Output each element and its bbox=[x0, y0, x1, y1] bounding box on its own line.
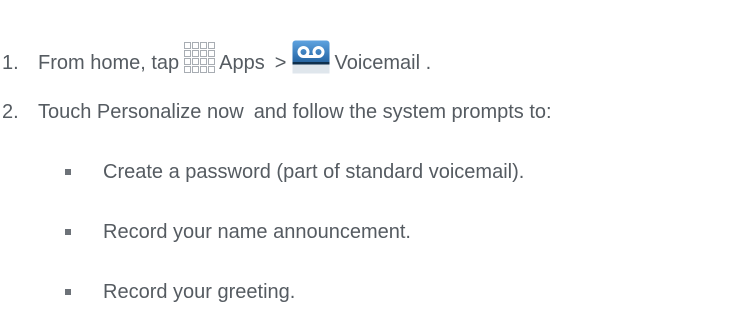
apps-label: Apps bbox=[219, 52, 265, 74]
bullet-marker bbox=[65, 169, 71, 175]
list-item: Create a password (part of standard voic… bbox=[65, 160, 525, 184]
bullet-marker bbox=[65, 289, 71, 295]
step-end-punctuation: . bbox=[425, 52, 432, 74]
list-item: Record your name announcement. bbox=[65, 220, 411, 244]
list-item-text: Record your name announcement. bbox=[103, 221, 411, 243]
step-2: 2. Touch Personalize now and follow the sy… bbox=[2, 100, 552, 124]
bullet-marker bbox=[65, 229, 71, 235]
voicemail-setup-instructions: 1. From home, tap Apps > Voicemail . 2. … bbox=[0, 0, 752, 310]
voicemail-icon bbox=[292, 40, 330, 80]
list-item-text: Create a password (part of standard voic… bbox=[103, 161, 525, 183]
step-number: 1. bbox=[2, 52, 19, 74]
step-number: 2. bbox=[2, 101, 19, 123]
apps-grid-icon bbox=[183, 42, 217, 80]
step-text-continued: and follow the system prompts to: bbox=[253, 101, 552, 123]
separator: > bbox=[274, 52, 287, 74]
step-1: 1. From home, tap Apps > Voicemail . bbox=[2, 40, 431, 80]
voicemail-label: Voicemail bbox=[334, 52, 421, 74]
step-text: From home, tap bbox=[38, 52, 180, 74]
list-item: Record your greeting. bbox=[65, 280, 296, 304]
list-item-text: Record your greeting. bbox=[103, 281, 296, 303]
step-text: Touch Personalize now bbox=[38, 101, 244, 123]
